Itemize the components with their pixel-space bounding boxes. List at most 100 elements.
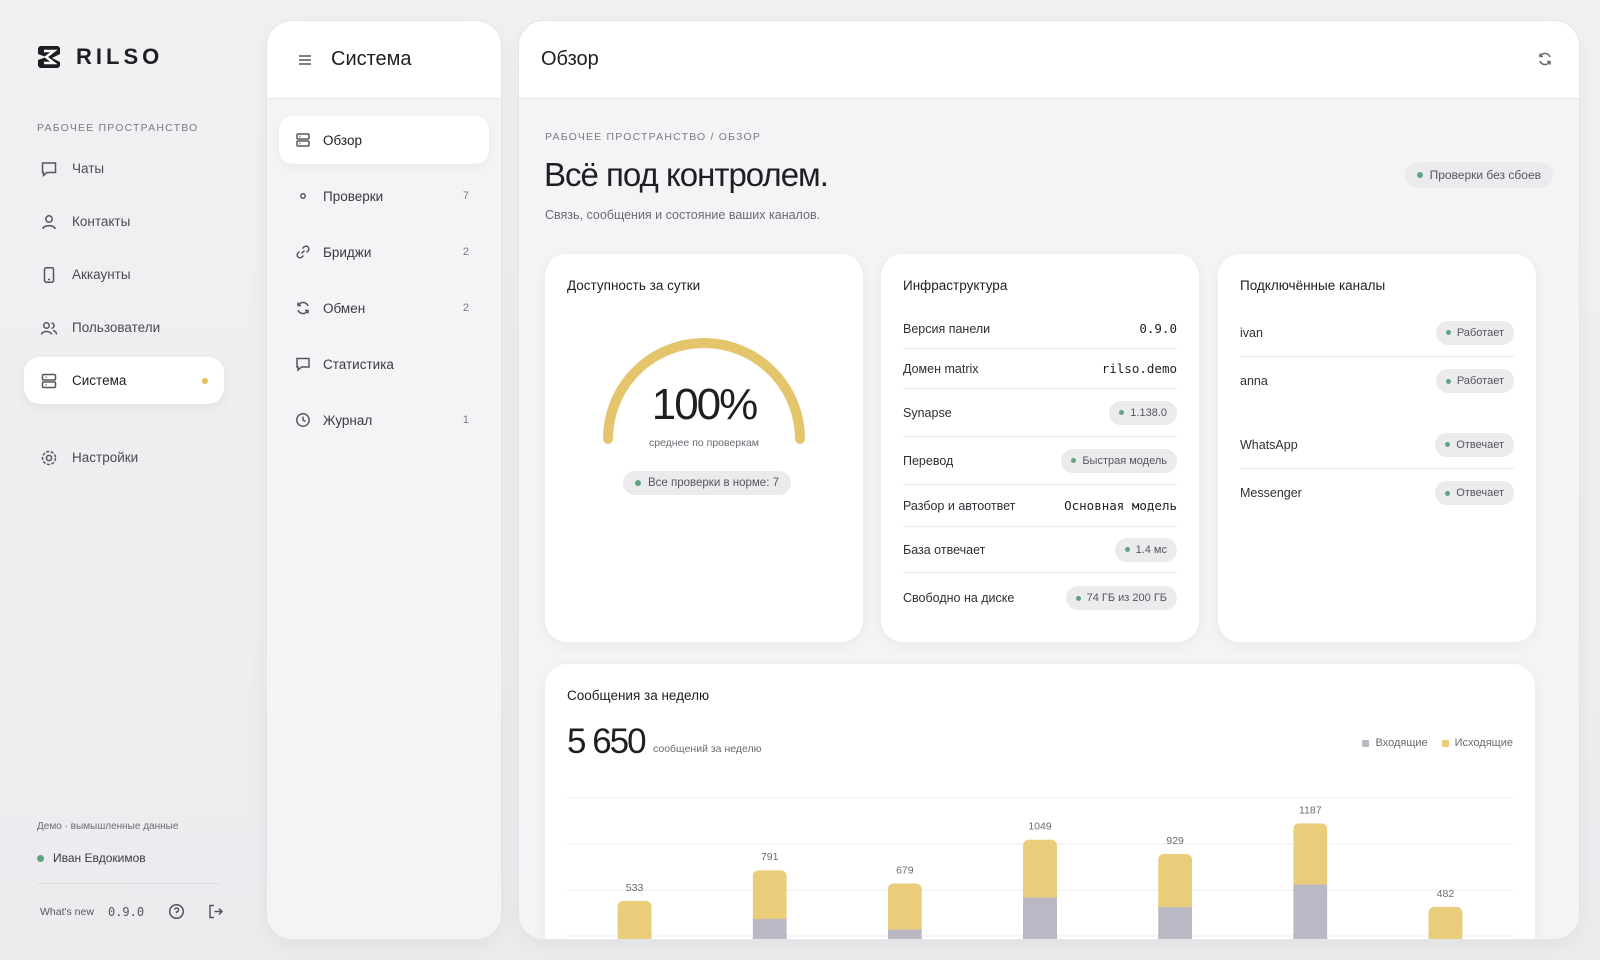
system-panel: Система Обзор Проверки 7 Бриджи 2 Обмен … bbox=[266, 20, 502, 940]
logout-icon[interactable] bbox=[207, 903, 224, 920]
bar-incoming bbox=[1158, 907, 1193, 939]
bar-incoming bbox=[1023, 897, 1057, 939]
status-dot bbox=[1445, 490, 1451, 496]
bar-group[interactable]: 929 bbox=[1158, 835, 1193, 940]
chart-legend: Входящие Исходящие bbox=[1362, 737, 1513, 749]
bar-group[interactable]: 482 bbox=[1428, 888, 1463, 940]
channel-status-chip: Работает bbox=[1435, 369, 1514, 393]
system-panel-header: Система bbox=[267, 21, 501, 99]
channel-status-chip: Отвечает bbox=[1435, 481, 1514, 505]
infra-row-synapse: Synapse 1.138.0 bbox=[903, 389, 1177, 437]
infra-row-disk-free: Свободно на диске 74 ГБ из 200 ГБ bbox=[903, 573, 1177, 623]
user-name: Иван Евдокимов bbox=[53, 851, 146, 865]
infra-row-label: Версия панели bbox=[903, 321, 991, 336]
help-icon[interactable] bbox=[168, 903, 185, 920]
subnav-item-label: Журнал bbox=[323, 412, 373, 428]
gear-icon bbox=[41, 450, 57, 465]
bar-group[interactable]: 533 bbox=[617, 882, 652, 940]
weekly-total-label: сообщений за неделю bbox=[653, 743, 762, 755]
online-status-dot bbox=[37, 854, 44, 862]
page-title: Обзор bbox=[541, 48, 599, 70]
rail-item-accounts[interactable]: Аккаунты bbox=[24, 251, 224, 298]
breadcrumb: РАБОЧЕЕ ПРОСТРАНСТВО / ОБЗОР bbox=[545, 131, 762, 143]
infra-row-panel-version: Версия панели 0.9.0 bbox=[903, 309, 1177, 349]
status-dot bbox=[1119, 410, 1125, 415]
infra-row-autoreply: Разбор и автоответ Основная модель bbox=[903, 485, 1177, 527]
channel-row-whatsapp[interactable]: WhatsApp Отвечает bbox=[1240, 421, 1514, 469]
subnav-item-overview[interactable]: Обзор bbox=[279, 116, 489, 164]
refresh-icon[interactable] bbox=[1537, 51, 1553, 67]
rail-item-label: Система bbox=[72, 373, 127, 388]
current-user[interactable]: Иван Евдокимов bbox=[37, 851, 146, 865]
rail-item-system[interactable]: Система bbox=[24, 357, 224, 404]
system-panel-title: Система bbox=[331, 48, 412, 70]
rail-item-chats[interactable]: Чаты bbox=[24, 145, 224, 192]
subnav-item-exchange[interactable]: Обмен 2 bbox=[279, 284, 489, 332]
rail-item-label: Аккаунты bbox=[72, 267, 131, 282]
channel-row-messenger[interactable]: Messenger Отвечает bbox=[1240, 469, 1514, 517]
legend-label: Входящие bbox=[1375, 737, 1428, 749]
rail-item-settings[interactable]: Настройки bbox=[24, 434, 224, 481]
status-dot bbox=[1445, 442, 1451, 447]
bar-total-label: 929 bbox=[1166, 835, 1184, 847]
rail-item-label: Настройки bbox=[72, 450, 139, 465]
rail-footer: What's new 0.9.0 bbox=[40, 903, 230, 920]
infra-row-label: Свободно на диске bbox=[903, 591, 1015, 605]
active-indicator-dot bbox=[202, 378, 208, 384]
subnav-item-label: Обмен bbox=[323, 300, 366, 316]
infra-row-label: Домен matrix bbox=[903, 361, 979, 376]
weekly-messages-card: Сообщения за неделю 5 650 сообщений за н… bbox=[545, 664, 1535, 940]
bar-total-label: 679 bbox=[896, 864, 914, 876]
subnav-item-bridges[interactable]: Бриджи 2 bbox=[279, 228, 489, 276]
subnav-item-checks[interactable]: Проверки 7 bbox=[279, 172, 489, 220]
bar-group[interactable]: 1187 bbox=[1293, 804, 1328, 940]
bar-incoming bbox=[887, 929, 922, 939]
legend-swatch bbox=[1441, 739, 1449, 747]
bar-outgoing bbox=[617, 900, 652, 939]
infra-row-chip: Быстрая модель bbox=[1061, 448, 1177, 473]
legend-item-outgoing: Исходящие bbox=[1441, 737, 1513, 749]
link-icon bbox=[296, 245, 310, 259]
bar-total-label: 482 bbox=[1437, 888, 1455, 900]
left-rail: RILSO РАБОЧЕЕ ПРОСТРАНСТВО Чаты Контакты… bbox=[0, 0, 250, 960]
subheadline: Связь, сообщения и состояние ваших канал… bbox=[545, 208, 821, 222]
subnav-item-log[interactable]: Журнал 1 bbox=[279, 396, 489, 444]
status-dot bbox=[635, 480, 641, 486]
infra-row-db-latency: База отвечает 1.4 мс bbox=[903, 527, 1177, 573]
subnav-item-count: 2 bbox=[462, 302, 469, 314]
brand-logo[interactable]: RILSO bbox=[38, 44, 163, 70]
bar-group[interactable]: 679 bbox=[887, 864, 922, 940]
subnav-item-count: 2 bbox=[462, 246, 469, 258]
bar-outgoing bbox=[1428, 906, 1463, 939]
bar-outgoing bbox=[1023, 839, 1057, 900]
rail-item-label: Чаты bbox=[72, 161, 105, 176]
bar-total-label: 1187 bbox=[1299, 804, 1322, 816]
users-icon bbox=[40, 321, 58, 335]
channel-row-ivan[interactable]: ivan Работает bbox=[1240, 309, 1514, 357]
legend-swatch bbox=[1362, 739, 1370, 747]
bar-group[interactable]: 791 bbox=[752, 851, 787, 940]
availability-card: Доступность за сутки 100% среднее по про… bbox=[545, 254, 863, 642]
headline: Всё под контролем. bbox=[544, 156, 829, 193]
channel-name: ivan bbox=[1240, 325, 1263, 340]
workspace-section-label: РАБОЧЕЕ ПРОСТРАНСТВО bbox=[37, 122, 199, 134]
channels-card: Подключённые каналы ivan Работает anna Р… bbox=[1218, 254, 1536, 642]
infra-row-label: База отвечает bbox=[903, 542, 986, 557]
channel-row-anna[interactable]: anna Работает bbox=[1240, 357, 1514, 405]
availability-value: 100% bbox=[651, 380, 759, 429]
channel-name: Messenger bbox=[1240, 486, 1302, 500]
chat-icon bbox=[296, 357, 310, 372]
rail-item-users[interactable]: Пользователи bbox=[24, 304, 224, 351]
subnav-item-stats[interactable]: Статистика bbox=[279, 340, 489, 388]
bar-group[interactable]: 1049 bbox=[1023, 821, 1057, 940]
infrastructure-title: Инфраструктура bbox=[903, 278, 1008, 293]
infra-row-value: 1.138.0 bbox=[1130, 406, 1167, 419]
channel-status: Работает bbox=[1456, 326, 1504, 339]
menu-icon[interactable] bbox=[297, 52, 313, 68]
status-dot bbox=[1071, 458, 1077, 463]
infra-row-chip: 1.4 мс bbox=[1114, 537, 1177, 562]
checks-status-label: Все проверки в норме: 7 bbox=[648, 477, 779, 489]
rail-item-contacts[interactable]: Контакты bbox=[24, 198, 224, 245]
status-badge-label: Проверки без сбоев bbox=[1429, 168, 1541, 182]
whats-new-link[interactable]: What's new bbox=[40, 906, 94, 918]
